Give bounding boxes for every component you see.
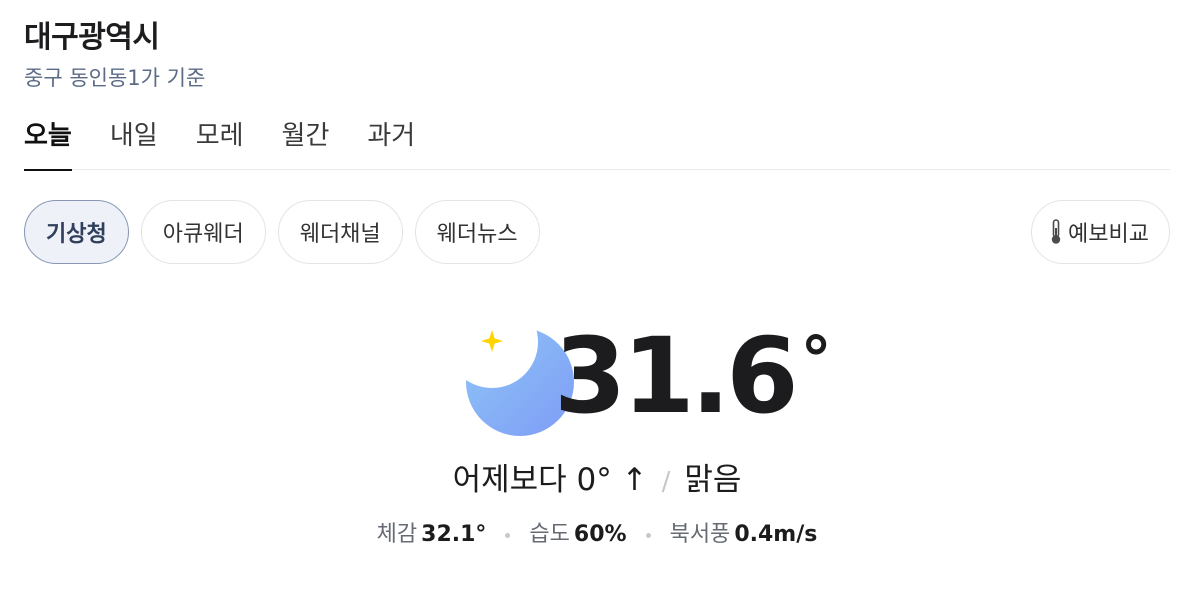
vs-yesterday: 어제보다 0° ↑ xyxy=(452,462,648,498)
tab-day-after-tomorrow[interactable]: 모레 xyxy=(196,106,244,169)
tab-past[interactable]: 과거 xyxy=(367,106,415,169)
current-temperature: 31.6° xyxy=(554,320,832,432)
wind-value: 0.4m/s xyxy=(734,522,818,547)
separator-dot xyxy=(505,532,511,538)
tab-tomorrow[interactable]: 내일 xyxy=(110,106,158,169)
humidity-value: 60% xyxy=(573,522,627,547)
degree-symbol: ° xyxy=(800,323,832,396)
current-weather: 31.6° 어제보다 0° ↑ / 맑음 체감 32.1° 습도 60% 북서풍 0.4m… xyxy=(24,264,1170,564)
forecast-compare-button[interactable]: 예보비교 xyxy=(1031,200,1170,264)
summary-separator: / xyxy=(661,467,671,497)
tab-today[interactable]: 오늘 xyxy=(24,106,72,171)
location-header: 대구광역시 중구 동인동1가 기준 xyxy=(24,0,1170,92)
tab-monthly[interactable]: 월간 xyxy=(282,106,330,169)
weather-page: 대구광역시 중구 동인동1가 기준 오늘 내일 모레 월간 과거 기상청 아큐웨… xyxy=(0,0,1200,608)
location-subtitle: 중구 동인동1가 기준 xyxy=(24,66,206,90)
separator-dot xyxy=(645,532,651,538)
weather-condition: 맑음 xyxy=(684,462,742,498)
weather-summary: 어제보다 0° ↑ / 맑음 xyxy=(24,460,1170,502)
feels-like-value: 32.1° xyxy=(421,522,487,547)
location-title: 대구광역시 xyxy=(24,20,160,55)
wind-label: 북서풍 xyxy=(669,522,731,547)
source-chip-weathernews[interactable]: 웨더뉴스 xyxy=(414,200,540,264)
source-chips: 기상청 아큐웨더 웨더채널 웨더뉴스 예보비교 xyxy=(24,200,1170,264)
forecast-compare-label: 예보비교 xyxy=(1068,222,1149,247)
source-chip-accuweather[interactable]: 아큐웨더 xyxy=(140,200,266,264)
humidity-label: 습도 xyxy=(529,522,570,547)
feels-like-label: 체감 xyxy=(376,522,418,547)
thermometer-icon xyxy=(1051,219,1061,244)
day-tabs: 오늘 내일 모레 월간 과거 xyxy=(24,106,1170,171)
source-chip-kma[interactable]: 기상청 xyxy=(24,200,129,264)
weather-details: 체감 32.1° 습도 60% 북서풍 0.4m/s xyxy=(24,520,1170,550)
temperature-value: 31.6 xyxy=(554,315,799,437)
source-chip-weather-channel[interactable]: 웨더채널 xyxy=(277,200,403,264)
